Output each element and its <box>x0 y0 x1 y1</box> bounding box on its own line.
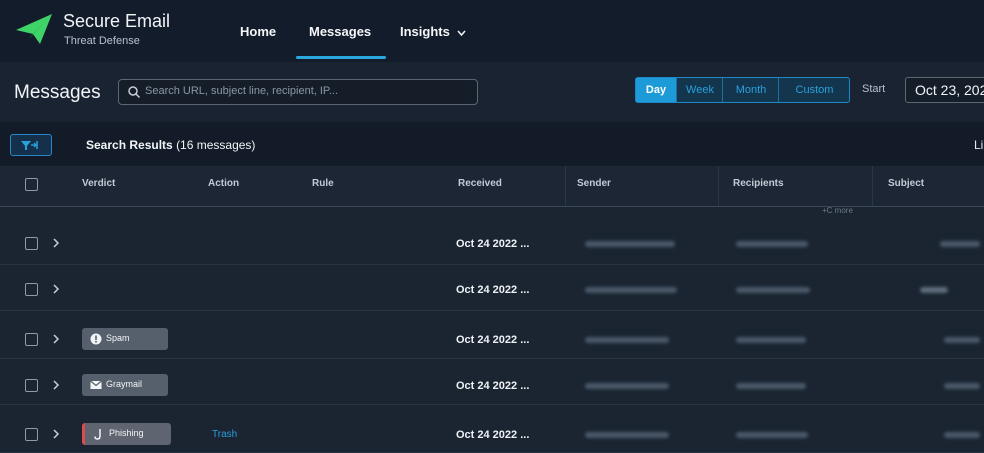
filter-icon <box>21 141 38 150</box>
row-checkbox[interactable] <box>25 237 38 250</box>
received-date: Oct 24 2022 ... <box>456 334 530 346</box>
app-title: Secure Email <box>63 11 171 31</box>
recipient-redacted <box>736 241 808 247</box>
nav-home[interactable]: Home <box>240 24 276 39</box>
col-verdict[interactable]: Verdict <box>82 178 115 189</box>
envelope-icon <box>90 380 102 389</box>
range-week-button[interactable]: Week <box>676 78 723 102</box>
col-rule[interactable]: Rule <box>312 178 334 189</box>
recipient-redacted <box>736 432 808 438</box>
recipient-redacted <box>736 383 806 389</box>
page-title: Messages <box>14 82 101 103</box>
sender-redacted <box>585 337 669 343</box>
chevron-right-icon[interactable] <box>52 380 60 390</box>
filter-toggle-button[interactable] <box>10 134 52 156</box>
subject-redacted <box>944 337 980 343</box>
nav-messages[interactable]: Messages <box>309 24 371 39</box>
subject-redacted <box>940 241 980 247</box>
start-date-input[interactable]: Oct 23, 202 <box>905 77 984 103</box>
sender-redacted <box>585 287 677 293</box>
verdict-badge-graymail: Graymail <box>82 374 168 396</box>
range-month-button[interactable]: Month <box>722 78 779 102</box>
range-custom-button[interactable]: Custom <box>778 78 850 102</box>
verdict-label: Phishing <box>109 428 144 438</box>
chevron-right-icon[interactable] <box>52 429 60 439</box>
received-date: Oct 24 2022 ... <box>456 238 530 250</box>
results-title: Search Results (16 messages) <box>86 138 255 152</box>
nav-insights[interactable]: Insights <box>400 24 467 39</box>
hook-icon <box>94 429 101 440</box>
search-icon <box>128 86 141 99</box>
alert-icon <box>90 333 102 345</box>
verdict-badge-spam: Spam <box>82 328 168 350</box>
verdict-label: Spam <box>106 333 130 343</box>
received-date: Oct 24 2022 ... <box>456 429 530 441</box>
row-checkbox[interactable] <box>25 379 38 392</box>
start-label: Start <box>862 83 886 95</box>
column-divider[interactable] <box>872 166 873 206</box>
search-input[interactable]: Search URL, subject line, recipient, IP.… <box>118 79 478 105</box>
row-checkbox[interactable] <box>25 333 38 346</box>
more-note: +C more <box>822 206 853 215</box>
date-range-selector: Day Week Month Custom <box>635 77 850 103</box>
nav-active-indicator <box>296 56 386 59</box>
col-received[interactable]: Received <box>458 178 502 189</box>
range-day-button[interactable]: Day <box>636 78 676 102</box>
chevron-right-icon[interactable] <box>52 334 60 344</box>
chevron-down-icon <box>457 30 467 37</box>
col-action[interactable]: Action <box>208 178 239 189</box>
select-all-checkbox[interactable] <box>25 178 38 191</box>
received-date: Oct 24 2022 ... <box>456 284 530 296</box>
verdict-label: Graymail <box>106 379 143 389</box>
col-sender[interactable]: Sender <box>577 178 611 189</box>
action-link[interactable]: Trash <box>212 429 237 440</box>
received-date: Oct 24 2022 ... <box>456 380 530 392</box>
sender-redacted <box>585 383 669 389</box>
chevron-right-icon[interactable] <box>52 238 60 248</box>
results-label: Search Results <box>86 138 173 152</box>
chevron-right-icon[interactable] <box>52 284 60 294</box>
column-divider[interactable] <box>565 166 566 206</box>
subject-redacted <box>920 287 948 293</box>
start-date-value: Oct 23, 202 <box>915 82 984 98</box>
col-recipients[interactable]: Recipients <box>733 178 784 189</box>
row-checkbox[interactable] <box>25 283 38 296</box>
row-checkbox[interactable] <box>25 428 38 441</box>
sender-redacted <box>585 432 669 438</box>
subject-redacted <box>944 383 980 389</box>
results-right-text[interactable]: Li <box>974 138 983 152</box>
results-count: (16 messages) <box>176 138 256 152</box>
col-subject[interactable]: Subject <box>888 178 924 189</box>
subject-redacted <box>944 432 980 438</box>
column-divider[interactable] <box>718 166 719 206</box>
paper-plane-logo-icon <box>16 14 52 44</box>
app-subtitle: Threat Defense <box>64 35 140 47</box>
recipient-redacted <box>736 287 810 293</box>
recipient-redacted <box>736 337 806 343</box>
nav-insights-label: Insights <box>400 24 450 39</box>
search-placeholder: Search URL, subject line, recipient, IP.… <box>145 85 339 97</box>
sender-redacted <box>585 241 675 247</box>
